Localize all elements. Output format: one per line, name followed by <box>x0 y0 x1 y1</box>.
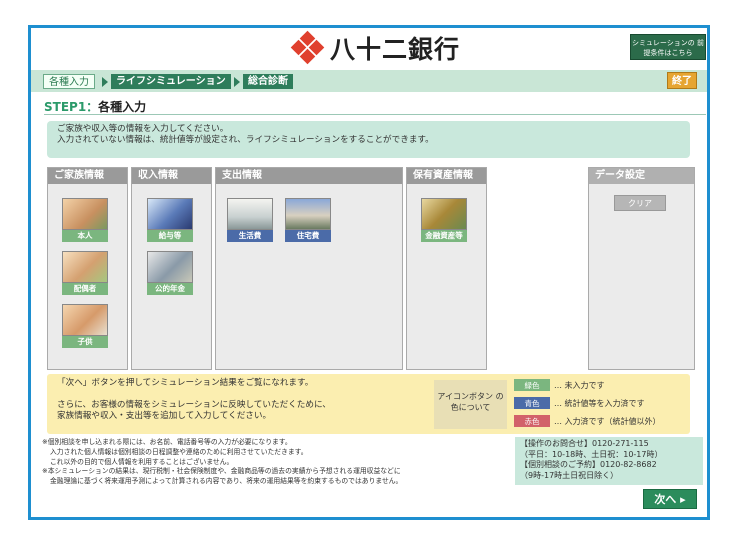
contact-line: 【操作のお問合せ】0120-271-115 <box>520 439 649 448</box>
info-line: 「次へ」ボタンを押してシミュレーション結果をご覧になれます。 <box>57 378 314 388</box>
income-pension-label: 公的年金 <box>147 283 193 295</box>
legend-swatch: 緑色 <box>514 379 550 391</box>
legend-item-blue: 青色 … 統計値等を入力済です <box>514 397 645 410</box>
living-photo-icon <box>227 198 273 230</box>
expense-living-button[interactable]: 生活費 <box>227 198 273 242</box>
family-self-label: 本人 <box>62 230 108 242</box>
assets-financial-button[interactable]: 金融資産等 <box>421 198 467 242</box>
contact-line: （平日：10-18時、土日祝：10-17時） <box>520 449 663 459</box>
salary-photo-icon <box>147 198 193 230</box>
legend-desc: … 入力済です（統計値以外） <box>554 417 661 426</box>
money-photo-icon <box>421 198 467 230</box>
disclaimer-line: 金融理論に基づく将来運用予測によって計算される内容であり、将来の運用結果等を約束… <box>50 477 403 486</box>
legend-heading: アイコンボタン の色について <box>434 380 507 429</box>
expense-housing-button[interactable]: 住宅費 <box>285 198 331 242</box>
bank-logo-icon <box>290 30 325 65</box>
assets-financial-label: 金融資産等 <box>421 230 467 242</box>
contact-box: 【操作のお問合せ】0120-271-115 （平日：10-18時、土日祝：10-… <box>515 437 703 485</box>
breadcrumb-arrow-icon <box>102 77 108 87</box>
intro-line: ご家族や収入等の情報を入力してください。 <box>57 124 229 134</box>
end-button[interactable]: 終了 <box>667 72 697 89</box>
contact-line: （9時-17時土日祝日除く） <box>520 470 619 480</box>
family-panel-title: ご家族情報 <box>48 168 127 184</box>
expense-living-label: 生活費 <box>227 230 273 242</box>
couple-photo-icon <box>62 251 108 283</box>
intro-line: 入力されていない情報は、統計値等が設定され、ライフシミュレーションをすることがで… <box>57 135 434 145</box>
legend-swatch: 青色 <box>514 397 550 409</box>
pension-photo-icon <box>147 251 193 283</box>
info-line: 家族情報や収入・支出等を追加して入力してください。 <box>57 411 272 421</box>
data-settings-title: データ設定 <box>589 168 694 184</box>
breadcrumb-input[interactable]: 各種入力 <box>43 74 95 89</box>
income-salary-label: 給与等 <box>147 230 193 242</box>
family-photo-icon <box>62 198 108 230</box>
income-pension-button[interactable]: 公的年金 <box>147 251 193 295</box>
income-panel-title: 収入情報 <box>132 168 211 184</box>
expense-panel-title: 支出情報 <box>216 168 402 184</box>
divider <box>44 114 706 115</box>
disclaimer-line: ※本シミュレーションの結果は、現行税制・社会保険制度や、金融商品等の過去の実績か… <box>42 467 401 476</box>
family-self-button[interactable]: 本人 <box>62 198 108 242</box>
expense-housing-label: 住宅費 <box>285 230 331 242</box>
breadcrumb-arrow-icon <box>234 77 240 87</box>
assets-panel-title: 保有資産情報 <box>407 168 486 184</box>
info-line: さらに、お客様の情報をシミュレーションに反映していただくために、 <box>57 400 331 410</box>
legend-item-green: 緑色 … 未入力です <box>514 379 605 392</box>
disclaimer: ※個別相談を申し込まれる際には、お名前、電話番号等の入力が必要になります。 入力… <box>42 438 512 487</box>
family-child-label: 子供 <box>62 336 108 348</box>
info-text: 「次へ」ボタンを押してシミュレーション結果をご覧になれます。 さらに、お客様の情… <box>57 378 331 422</box>
bank-name: 八十二銀行 <box>330 35 461 64</box>
legend-item-red: 赤色 … 入力済です（統計値以外） <box>514 415 661 428</box>
income-salary-button[interactable]: 給与等 <box>147 198 193 242</box>
family-spouse-button[interactable]: 配偶者 <box>62 251 108 295</box>
family-spouse-label: 配偶者 <box>62 283 108 295</box>
next-button[interactable]: 次へ ▸ <box>643 489 697 509</box>
contact-line: 【個別相談のご予約】0120-82-8682 <box>520 460 657 469</box>
legend-desc: … 統計値等を入力済です <box>554 399 645 408</box>
family-child-button[interactable]: 子供 <box>62 304 108 348</box>
step-number: STEP1： <box>44 100 99 114</box>
conditions-button[interactable]: シミュレーションの 前提条件はこちら <box>630 34 706 60</box>
disclaimer-line: 入力された個人情報は個別相談の日程調整や連絡のために利用させていただきます。 <box>50 447 308 456</box>
house-photo-icon <box>285 198 331 230</box>
intro-box: ご家族や収入等の情報を入力してください。 入力されていない情報は、統計値等が設定… <box>47 121 690 158</box>
step-label: 各種入力 <box>98 100 147 114</box>
bank-logo: 八十二銀行 <box>290 30 461 65</box>
disclaimer-line: ※個別相談を申し込まれる際には、お名前、電話番号等の入力が必要になります。 <box>42 438 292 446</box>
legend-swatch: 赤色 <box>514 415 550 427</box>
breadcrumb-life-sim[interactable]: ライフシミュレーション <box>111 74 231 89</box>
page-title: STEP1：各種入力 <box>44 98 146 115</box>
clear-button[interactable]: クリア <box>614 195 666 211</box>
legend-desc: … 未入力です <box>554 381 605 390</box>
children-photo-icon <box>62 304 108 336</box>
breadcrumb-diagnosis[interactable]: 総合診断 <box>243 74 293 89</box>
disclaimer-line: これ以外の目的で個人情報を利用することはございません。 <box>50 457 234 466</box>
